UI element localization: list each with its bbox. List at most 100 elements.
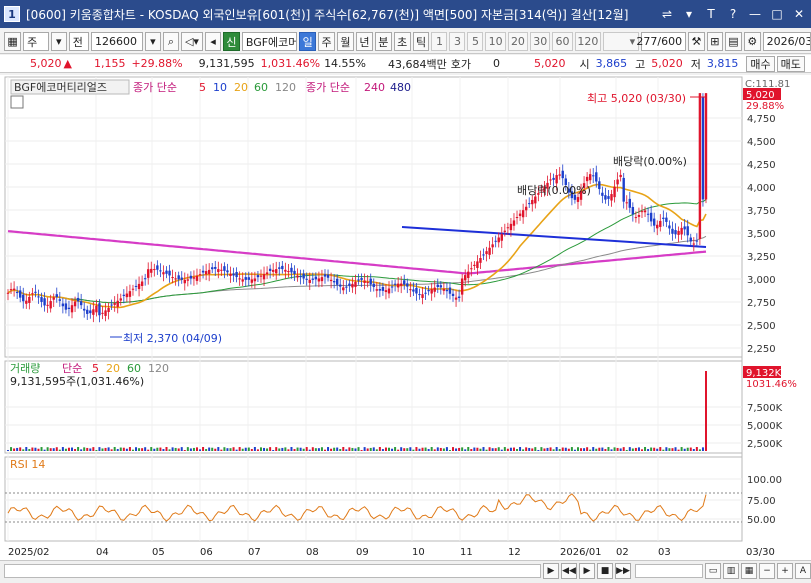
candle-body (534, 196, 537, 204)
period-tick-tab[interactable]: 틱 (412, 32, 430, 51)
volume-bar (680, 447, 683, 451)
stop-icon[interactable]: ■ (597, 562, 613, 579)
candle-body (354, 281, 357, 287)
candle-body (692, 243, 696, 245)
period-second-tab[interactable]: 초 (393, 32, 411, 51)
candle-body (576, 197, 580, 202)
buy-button[interactable]: 매수 (746, 55, 775, 72)
sell-button[interactable]: 매도 (776, 55, 805, 72)
candle-body (15, 292, 19, 294)
candle-body (671, 228, 674, 234)
volume-bar (558, 449, 561, 451)
play-icon[interactable]: ▶ (579, 562, 595, 579)
tools-icon[interactable]: ⚒ (688, 32, 705, 51)
volume-bar (25, 447, 28, 451)
market-type-select[interactable]: 주 (23, 32, 49, 51)
table-icon[interactable] (10, 95, 24, 109)
volume-bar (455, 448, 458, 451)
vma60-legend: 60 (127, 362, 141, 375)
interval-120[interactable]: 120 (574, 32, 602, 51)
x-axis-tick: 12 (508, 547, 521, 558)
candle-body (332, 280, 336, 283)
candle-body (677, 230, 680, 235)
interval-20[interactable]: 20 (507, 32, 529, 51)
candle-body (107, 308, 110, 313)
zoom-slider[interactable] (635, 563, 703, 578)
open-price: 3,865 (595, 57, 628, 70)
speaker-icon[interactable]: ◁▾ (180, 32, 203, 51)
volume-bar (55, 447, 58, 451)
candle-body (616, 179, 619, 185)
chevron-down-icon[interactable]: ▾ (50, 32, 67, 51)
candle-body (162, 272, 165, 275)
candle-body (104, 310, 107, 316)
candle-body (284, 269, 287, 272)
candle-body (31, 293, 34, 295)
x-axis-tick: 07 (248, 547, 261, 558)
volume-bar (13, 448, 16, 451)
code-dropdown-icon[interactable]: ▾ (144, 32, 161, 51)
market-sub-select[interactable]: 전 (68, 32, 89, 51)
image-icon[interactable]: ⊞ (706, 32, 723, 51)
maximize-icon[interactable]: □ (767, 4, 787, 24)
link-icon[interactable]: ⇌ (657, 4, 677, 24)
interval-10[interactable]: 10 (485, 32, 506, 51)
volume-bar (89, 448, 92, 451)
interval-3[interactable]: 3 (449, 32, 466, 51)
period-year-tab[interactable]: 년 (355, 32, 373, 51)
volume-bar (348, 447, 351, 451)
stock-name-field[interactable]: BGF에코머티 (241, 32, 298, 51)
period-month-tab[interactable]: 월 (337, 32, 354, 51)
chart-type-icon[interactable]: ▭ (705, 562, 721, 579)
stock-code-input[interactable]: 126600 (91, 32, 143, 51)
chart-scrollbar[interactable]: ▶ ◀◀ ▶ ■ ▶▶ ▭ ▥ ▦ − + A (0, 560, 811, 580)
date-input[interactable]: 2026/03/ (762, 32, 811, 51)
grid-icon[interactable]: ▦ (4, 32, 22, 51)
zoom-in-icon[interactable]: + (777, 562, 793, 579)
volume-bar (458, 447, 461, 451)
close-icon[interactable]: ✕ (789, 4, 809, 24)
interval-30[interactable]: 30 (530, 32, 551, 51)
candle-body (235, 271, 238, 278)
scroll-right-icon[interactable]: ▶ (543, 562, 559, 579)
zoom-out-icon[interactable]: − (759, 562, 775, 579)
text-icon[interactable]: T (701, 4, 721, 24)
candle-icon[interactable]: ▥ (723, 562, 739, 579)
auto-icon[interactable]: A (795, 562, 811, 579)
settings-icon[interactable]: ⚙ (743, 32, 761, 51)
bar-count-input[interactable]: 277/600 (636, 32, 687, 51)
candle-body (168, 270, 171, 276)
period-day-tab[interactable]: 일 (299, 32, 317, 51)
forward-icon[interactable]: ▶▶ (615, 562, 631, 579)
volume-bar (464, 449, 467, 451)
period-week-tab[interactable]: 주 (318, 32, 336, 51)
help-icon[interactable]: ? (723, 4, 743, 24)
volume-bar (10, 447, 13, 451)
scale-icon[interactable]: ▦ (741, 562, 757, 579)
volume-bar (540, 447, 543, 451)
interval-60[interactable]: 60 (552, 32, 573, 51)
volume-bar (439, 447, 442, 451)
chart-area[interactable]: 4,750 4,500 4,250 4,000 3,750 3,500 3,250 3,000… (0, 75, 811, 565)
scroll-track[interactable] (4, 563, 541, 578)
candle-body (409, 289, 412, 291)
price-y-tick: 2,250 (747, 344, 776, 355)
dividend-annotation-2: 배당락(0.00%) (613, 155, 687, 168)
interval-5[interactable]: 5 (467, 32, 484, 51)
volume-bar (488, 447, 491, 451)
candle-body (271, 269, 275, 272)
print-icon[interactable]: ▤ (724, 32, 742, 51)
volume-bar (491, 448, 494, 451)
candle-body (232, 273, 235, 276)
period-minute-tab[interactable]: 분 (374, 32, 392, 51)
interval-1[interactable]: 1 (431, 32, 448, 51)
prev-stock-icon[interactable]: ◂ (204, 32, 221, 51)
candle-body (122, 294, 126, 296)
volume-bar (628, 447, 631, 451)
pin-icon[interactable]: ▾ (679, 4, 699, 24)
minimize-icon[interactable]: — (745, 4, 765, 24)
search-icon[interactable]: ⌕ (162, 32, 179, 51)
interval-dropdown[interactable]: ▾ (603, 32, 640, 51)
rewind-icon[interactable]: ◀◀ (561, 562, 577, 579)
stock-chart-svg[interactable]: 4,750 4,500 4,250 4,000 3,750 3,500 3,250 3,000… (0, 75, 811, 560)
